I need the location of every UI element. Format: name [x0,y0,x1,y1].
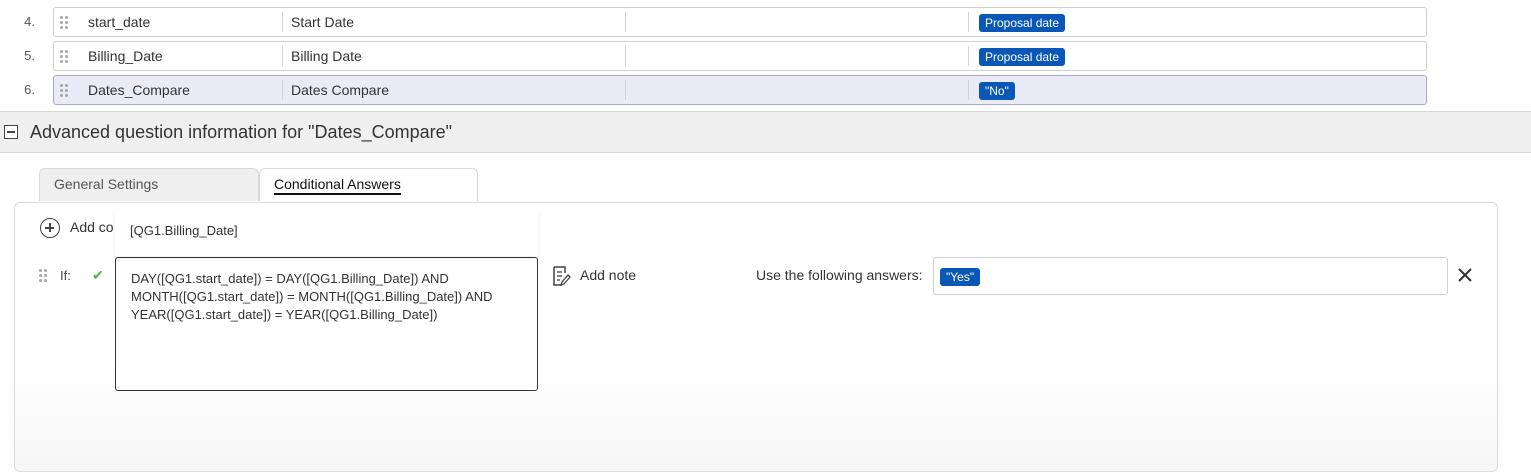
close-icon[interactable] [1457,267,1473,283]
answer-badge[interactable]: "Yes" [940,268,981,286]
advanced-info-title: Advanced question information for "Dates… [30,122,453,142]
condition-expression-input[interactable]: DAY([QG1.start_date]) = DAY([QG1.Billing… [115,257,538,391]
question-label: Dates Compare [291,82,390,98]
question-field-name: start_date [88,14,151,30]
question-field-name: Billing_Date [88,48,163,64]
add-condition-button[interactable]: Add co [70,219,114,235]
add-note-button[interactable]: Add note [580,267,636,283]
tab-label: General Settings [54,176,159,192]
column-divider [282,80,283,100]
column-divider [625,80,626,100]
question-row-start-date[interactable]: start_date Start Date Proposal date [53,7,1427,37]
column-divider [968,12,969,32]
tab-conditional-answers[interactable]: Conditional Answers [259,168,478,201]
autocomplete-option[interactable]: [QG1.Billing_Date] [130,223,238,238]
question-row-billing-date[interactable]: Billing_Date Billing Date Proposal date [53,41,1427,71]
question-row-dates-compare[interactable]: Dates_Compare Dates Compare "No" [53,75,1427,105]
default-answer-badge: Proposal date [979,14,1066,32]
drag-handle-icon[interactable] [60,84,70,98]
question-label: Start Date [291,14,355,30]
minus-square-icon[interactable] [4,125,18,139]
default-answer-badge: "No" [979,82,1015,100]
note-icon[interactable] [551,265,571,287]
row-number: 4. [24,14,35,29]
default-answer-badge: Proposal date [979,48,1066,66]
column-divider [968,46,969,66]
check-icon: ✔ [92,267,104,283]
autocomplete-dropdown: [QG1.Billing_Date] [115,210,538,256]
row-number: 6. [24,82,35,97]
tab-general-settings[interactable]: General Settings [39,168,259,201]
if-label: If: [60,268,71,283]
tab-label: Conditional Answers [274,176,401,195]
advanced-info-header: Advanced question information for "Dates… [0,111,1531,153]
column-divider [282,12,283,32]
answers-input[interactable]: "Yes" [933,257,1448,295]
plus-circle-icon[interactable] [40,218,60,238]
column-divider [282,46,283,66]
row-number: 5. [24,48,35,63]
question-list: 4. start_date Start Date Proposal date 5… [0,0,1531,112]
column-divider [625,12,626,32]
drag-handle-icon[interactable] [60,16,70,30]
question-field-name: Dates_Compare [88,82,190,98]
question-label: Billing Date [291,48,362,64]
drag-handle-icon[interactable] [60,50,70,64]
column-divider [625,46,626,66]
column-divider [968,80,969,100]
drag-handle-icon[interactable] [39,269,49,283]
answers-label: Use the following answers: [756,267,923,283]
